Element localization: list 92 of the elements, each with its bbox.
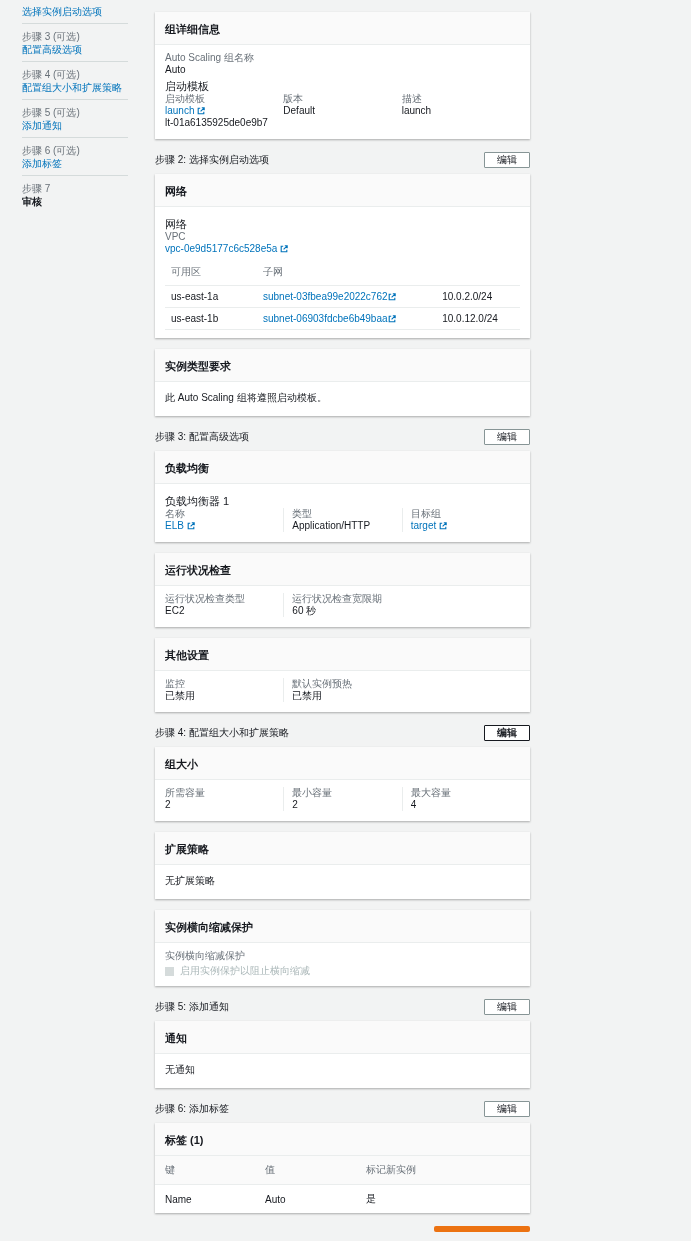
field-label: 运行状况检查宽限期 (292, 593, 384, 605)
table-cell: us-east-1a (171, 291, 219, 302)
field-value: Application/HTTP (292, 520, 371, 532)
column-header: 标记新实例 (365, 1164, 416, 1175)
field-value: EC2 (165, 605, 185, 617)
edit-button[interactable]: 编辑 (484, 725, 530, 741)
field-label: 目标组 (410, 508, 442, 520)
field-label: VPC (165, 231, 187, 243)
field-value: 2 (165, 799, 171, 811)
field-label: Auto Scaling 组名称 (165, 52, 255, 64)
field-label: 最大容量 (410, 787, 452, 799)
card-title: 通知 (165, 1032, 187, 1044)
table-cell: Name (165, 1193, 192, 1205)
column-header: 键 (165, 1164, 175, 1175)
field-label: 类型 (292, 508, 314, 520)
step-link[interactable]: 配置组大小和扩展策略 (22, 81, 122, 94)
card-title: 扩展策略 (165, 843, 209, 855)
column-header: 值 (265, 1164, 275, 1175)
value-link[interactable]: vpc-0e9d5177c6c528e5a (165, 243, 278, 255)
field-label: 实例横向缩减保护 (165, 950, 246, 962)
card-title: 其他设置 (165, 649, 209, 661)
card-title: 网络 (165, 185, 187, 197)
value-link[interactable]: target (410, 520, 437, 532)
step-link[interactable]: 审核 (22, 195, 42, 208)
external-link-icon (439, 522, 448, 530)
field-label: 默认实例预热 (292, 678, 354, 690)
column-header: 可用区 (171, 266, 201, 277)
table-cell: 10.0.2.0/24 (442, 291, 493, 302)
external-link-icon (280, 245, 289, 253)
external-link-icon (197, 107, 206, 115)
field-label: 运行状况检查类型 (165, 593, 246, 605)
external-link-icon (387, 315, 396, 323)
step-label: 步骤 4 (可选) (22, 69, 80, 81)
table-cell: us-east-1b (171, 313, 219, 324)
section-heading: 步骤 2: 选择实例启动选项 (155, 153, 269, 167)
step-label: 步骤 6 (可选) (22, 145, 80, 157)
field-value: Auto (165, 64, 186, 76)
card-title: 组大小 (165, 758, 198, 770)
value-link[interactable]: ELB (165, 520, 184, 532)
step-link[interactable]: 选择实例启动选项 (22, 5, 102, 18)
field-label: 启动模板 (165, 93, 206, 105)
field-value: 已禁用 (165, 690, 195, 702)
table-cell: 10.0.12.0/24 (442, 313, 498, 324)
cell-link[interactable]: subnet-03fbea99e2022c762 (263, 291, 388, 302)
step-label: 步骤 7 (22, 183, 51, 195)
subheading: 启动模板 (165, 79, 210, 93)
column-header: 子网 (263, 266, 283, 277)
table-cell: Auto (265, 1193, 286, 1205)
step-link[interactable]: 添加通知 (22, 119, 62, 132)
subheading: 负载均衡器 1 (165, 494, 231, 508)
primary-button[interactable] (434, 1226, 530, 1232)
card-title: 运行状况检查 (165, 564, 231, 576)
card-title: 组详细信息 (165, 23, 220, 35)
checkbox-label: 启用实例保护以阻止横向缩减 (180, 964, 310, 978)
field-label: 监控 (165, 678, 186, 690)
cell-link[interactable]: subnet-06903fdcbe6b49baa (263, 313, 388, 324)
field-value: 2 (292, 799, 298, 811)
field-label: 所需容量 (165, 787, 206, 799)
field-label: 版本 (283, 93, 305, 105)
card-title: 标签 (1) (165, 1134, 204, 1146)
table-cell: 是 (365, 1193, 376, 1204)
card-title: 实例类型要求 (165, 360, 231, 372)
card-title: 负载均衡 (165, 462, 209, 474)
body-text: 无通知 (165, 1063, 196, 1077)
card-title: 实例横向缩减保护 (165, 921, 253, 933)
field-label: 最小容量 (292, 787, 334, 799)
field-value: Default (283, 105, 315, 117)
field-value: 已禁用 (292, 690, 323, 702)
field-label: 名称 (165, 508, 186, 520)
field-value: launch (401, 105, 432, 117)
section-heading: 步骤 3: 配置高级选项 (155, 430, 249, 444)
body-text: 此 Auto Scaling 组将遵照启动模板。 (165, 391, 328, 405)
value-link[interactable]: launch (165, 105, 195, 117)
field-value: 60 秒 (292, 605, 317, 617)
edit-button[interactable]: 编辑 (484, 429, 530, 445)
field-value: lt-01a6135925de0e9b7 (165, 117, 269, 129)
external-link-icon (387, 293, 396, 301)
body-text: 无扩展策略 (165, 874, 216, 888)
section-heading: 步骤 6: 添加标签 (155, 1102, 229, 1116)
field-value: 4 (410, 799, 417, 811)
edit-button[interactable]: 编辑 (484, 1101, 530, 1117)
edit-button[interactable]: 编辑 (484, 152, 530, 168)
step-label: 步骤 5 (可选) (22, 107, 80, 119)
step-link[interactable]: 添加标签 (22, 157, 62, 170)
field-label: 描述 (401, 93, 423, 105)
subheading: 网络 (165, 217, 188, 231)
edit-button[interactable]: 编辑 (484, 999, 530, 1015)
step-label: 步骤 3 (可选) (22, 31, 80, 43)
section-heading: 步骤 4: 配置组大小和扩展策略 (155, 726, 289, 740)
external-link-icon (186, 522, 195, 530)
step-link[interactable]: 配置高级选项 (22, 43, 82, 56)
section-heading: 步骤 5: 添加通知 (155, 1000, 229, 1014)
